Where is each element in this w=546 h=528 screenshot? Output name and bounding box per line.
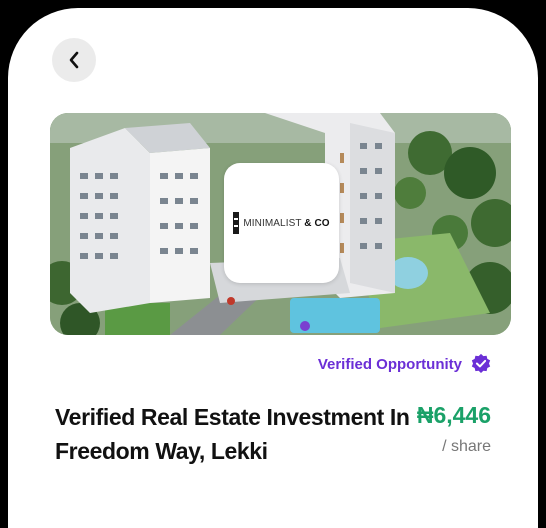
- verified-badge-icon: [471, 353, 491, 373]
- listing-title: Verified Real Estate Investment In Freed…: [55, 404, 410, 464]
- phone-screen: MINIMALIST & CO Verified Opportunity Ver…: [8, 8, 538, 528]
- developer-logo-card: MINIMALIST & CO: [224, 163, 339, 283]
- brand-mark-icon: [233, 212, 240, 234]
- verified-label: Verified Opportunity: [317, 355, 462, 373]
- share-price: ₦6,446: [416, 402, 491, 428]
- price-unit: / share: [442, 438, 491, 455]
- developer-logo-text: MINIMALIST & CO: [243, 217, 330, 229]
- chevron-left-icon: [69, 51, 79, 69]
- verified-opportunity: Verified Opportunity: [318, 353, 492, 375]
- back-button[interactable]: [52, 38, 96, 82]
- property-hero-image: MINIMALIST & CO: [50, 113, 511, 335]
